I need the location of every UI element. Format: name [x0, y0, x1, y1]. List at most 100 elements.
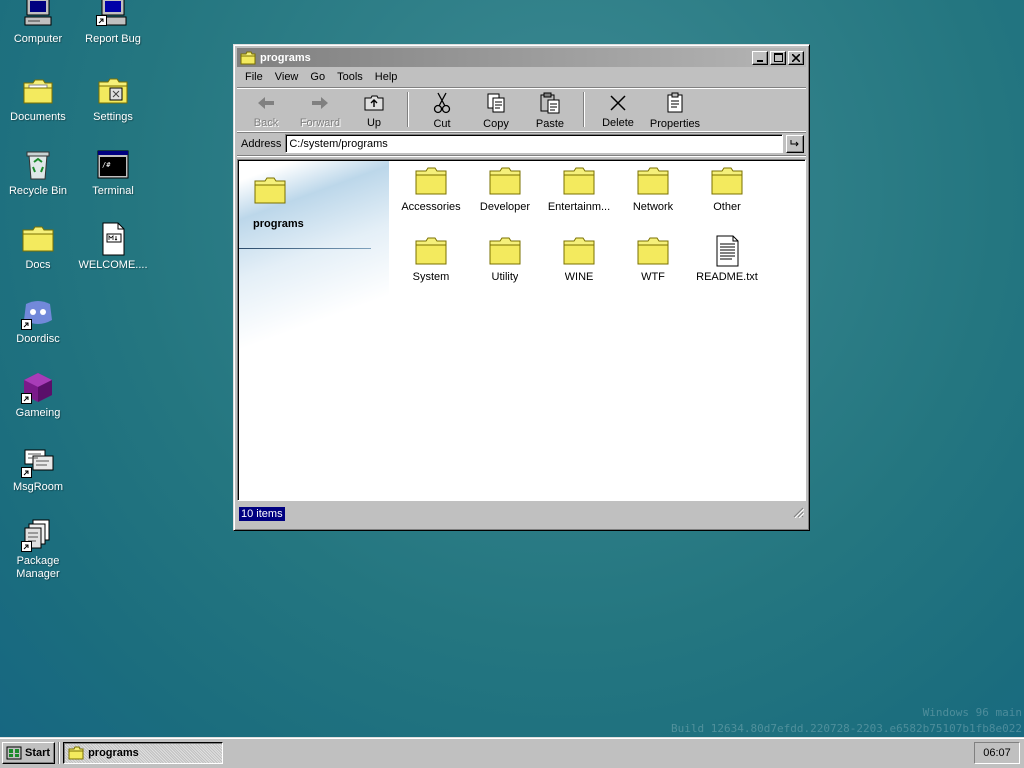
folder-item[interactable]: Developer	[468, 162, 542, 232]
taskbar: Start programs 06:07	[0, 737, 1024, 768]
task-label: programs	[88, 747, 139, 759]
menu-file[interactable]: File	[239, 69, 269, 85]
folder-item[interactable]: WTF	[616, 232, 690, 302]
desktop-icon-label: Recycle Bin	[8, 185, 68, 197]
svg-text:/#: /#	[102, 161, 111, 169]
start-button[interactable]: Start	[2, 742, 56, 764]
desktop-icon-welcome[interactable]: WELCOME....	[75, 222, 151, 272]
folder-item[interactable]: Other	[690, 162, 764, 232]
desktop-icon-computer[interactable]: Computer	[0, 0, 76, 46]
folder-icon	[489, 237, 521, 265]
folder-icon	[489, 167, 521, 195]
computer-icon	[21, 0, 55, 30]
forward-label: Forward	[299, 117, 341, 129]
address-input[interactable]	[285, 134, 783, 153]
paste-icon	[538, 92, 562, 114]
folder-item[interactable]: Accessories	[394, 162, 468, 232]
folder-item[interactable]: WINE	[542, 232, 616, 302]
taskbar-separator	[58, 742, 61, 764]
properties-button[interactable]: Properties	[645, 90, 705, 130]
menu-tools[interactable]: Tools	[331, 69, 369, 85]
desktop-icon-label: WELCOME....	[78, 259, 148, 271]
go-button[interactable]	[786, 134, 804, 153]
item-label: Entertainm...	[547, 201, 611, 213]
desktop-icon-label: Package Manager	[16, 555, 60, 580]
desktop-icon-gameing[interactable]: Gameing	[0, 370, 76, 420]
folder-icon	[415, 237, 447, 265]
desktop-icon-documents[interactable]: Documents	[0, 74, 76, 124]
copy-button[interactable]: Copy	[469, 90, 523, 130]
menu-bar: File View Go Tools Help	[237, 67, 806, 87]
watermark-line: Windows 96 main	[922, 706, 1022, 719]
markdown-file-icon	[96, 222, 130, 256]
back-label: Back	[253, 117, 279, 129]
maximize-icon	[773, 53, 783, 62]
folder-item[interactable]: Entertainm...	[542, 162, 616, 232]
desktop-icon-label: MsgRoom	[12, 481, 64, 493]
item-count: 10 items	[239, 506, 285, 521]
window-title: programs	[260, 51, 311, 64]
desktop-icon-msgroom[interactable]: MsgRoom	[0, 444, 76, 494]
go-arrow-icon	[790, 140, 799, 147]
delete-button[interactable]: Delete	[591, 90, 645, 129]
task-button-programs[interactable]: programs	[63, 742, 224, 764]
desktop-icon-terminal[interactable]: /# Terminal	[75, 148, 151, 198]
maximize-button[interactable]	[770, 50, 786, 65]
title-bar[interactable]: programs	[237, 48, 806, 67]
toolbar-separator	[583, 92, 585, 127]
close-button[interactable]	[788, 50, 804, 65]
shortcut-arrow-icon	[21, 541, 32, 552]
minimize-button[interactable]	[752, 50, 768, 65]
desktop-icon-settings[interactable]: Settings	[75, 74, 151, 124]
folder-icon	[711, 167, 743, 195]
folder-icon	[637, 167, 669, 195]
item-label: WTF	[641, 271, 665, 283]
status-bar: 10 items	[237, 504, 806, 523]
doordisc-icon	[21, 296, 55, 330]
properties-label: Properties	[649, 118, 701, 130]
folder-item[interactable]: Utility	[468, 232, 542, 302]
desktop-icon-doordisc[interactable]: Doordisc	[0, 296, 76, 346]
desktop-icon-recycle-bin[interactable]: Recycle Bin	[0, 148, 76, 198]
desktop-icon-report-bug[interactable]: Report Bug	[75, 0, 151, 46]
close-icon	[792, 53, 800, 62]
folder-icon	[563, 237, 595, 265]
item-label: Utility	[491, 271, 519, 283]
folder-item[interactable]: Network	[616, 162, 690, 232]
menu-view[interactable]: View	[269, 69, 305, 85]
scissors-icon	[430, 92, 454, 114]
desktop-icon-label: Docs	[25, 259, 51, 271]
clock[interactable]: 06:07	[974, 742, 1020, 764]
file-item[interactable]: README.txt	[690, 232, 764, 302]
folder-icon	[415, 167, 447, 195]
desktop-icon-docs[interactable]: Docs	[0, 222, 76, 272]
folder-icon	[253, 175, 287, 208]
desktop-icon-label: Gameing	[15, 407, 61, 419]
menu-go[interactable]: Go	[304, 69, 331, 85]
shortcut-arrow-icon	[96, 15, 107, 26]
delete-x-icon	[606, 92, 630, 113]
address-label: Address	[241, 137, 282, 150]
back-button[interactable]: Back	[239, 90, 293, 129]
start-label: Start	[25, 747, 51, 759]
desktop-icon-package-manager[interactable]: Package Manager	[0, 518, 76, 581]
menu-help[interactable]: Help	[369, 69, 404, 85]
folder-icon	[563, 167, 595, 195]
shortcut-arrow-icon	[21, 393, 32, 404]
properties-icon	[663, 92, 687, 114]
up-button[interactable]: Up	[347, 90, 401, 129]
msgroom-icon	[21, 444, 55, 478]
folder-item[interactable]: System	[394, 232, 468, 302]
item-label: README.txt	[696, 271, 758, 283]
paste-button[interactable]: Paste	[523, 90, 577, 130]
copy-label: Copy	[483, 118, 509, 130]
resize-grip-icon[interactable]	[793, 507, 805, 521]
settings-icon	[96, 74, 130, 108]
cut-button[interactable]: Cut	[415, 90, 469, 130]
folder-icon	[68, 746, 84, 760]
forward-button[interactable]: Forward	[293, 90, 347, 129]
item-label: Developer	[479, 201, 531, 213]
start-logo-icon	[6, 745, 22, 761]
documents-folder-icon	[21, 74, 55, 108]
file-grid: Accessories Developer Entertainm... Netw…	[390, 160, 805, 302]
